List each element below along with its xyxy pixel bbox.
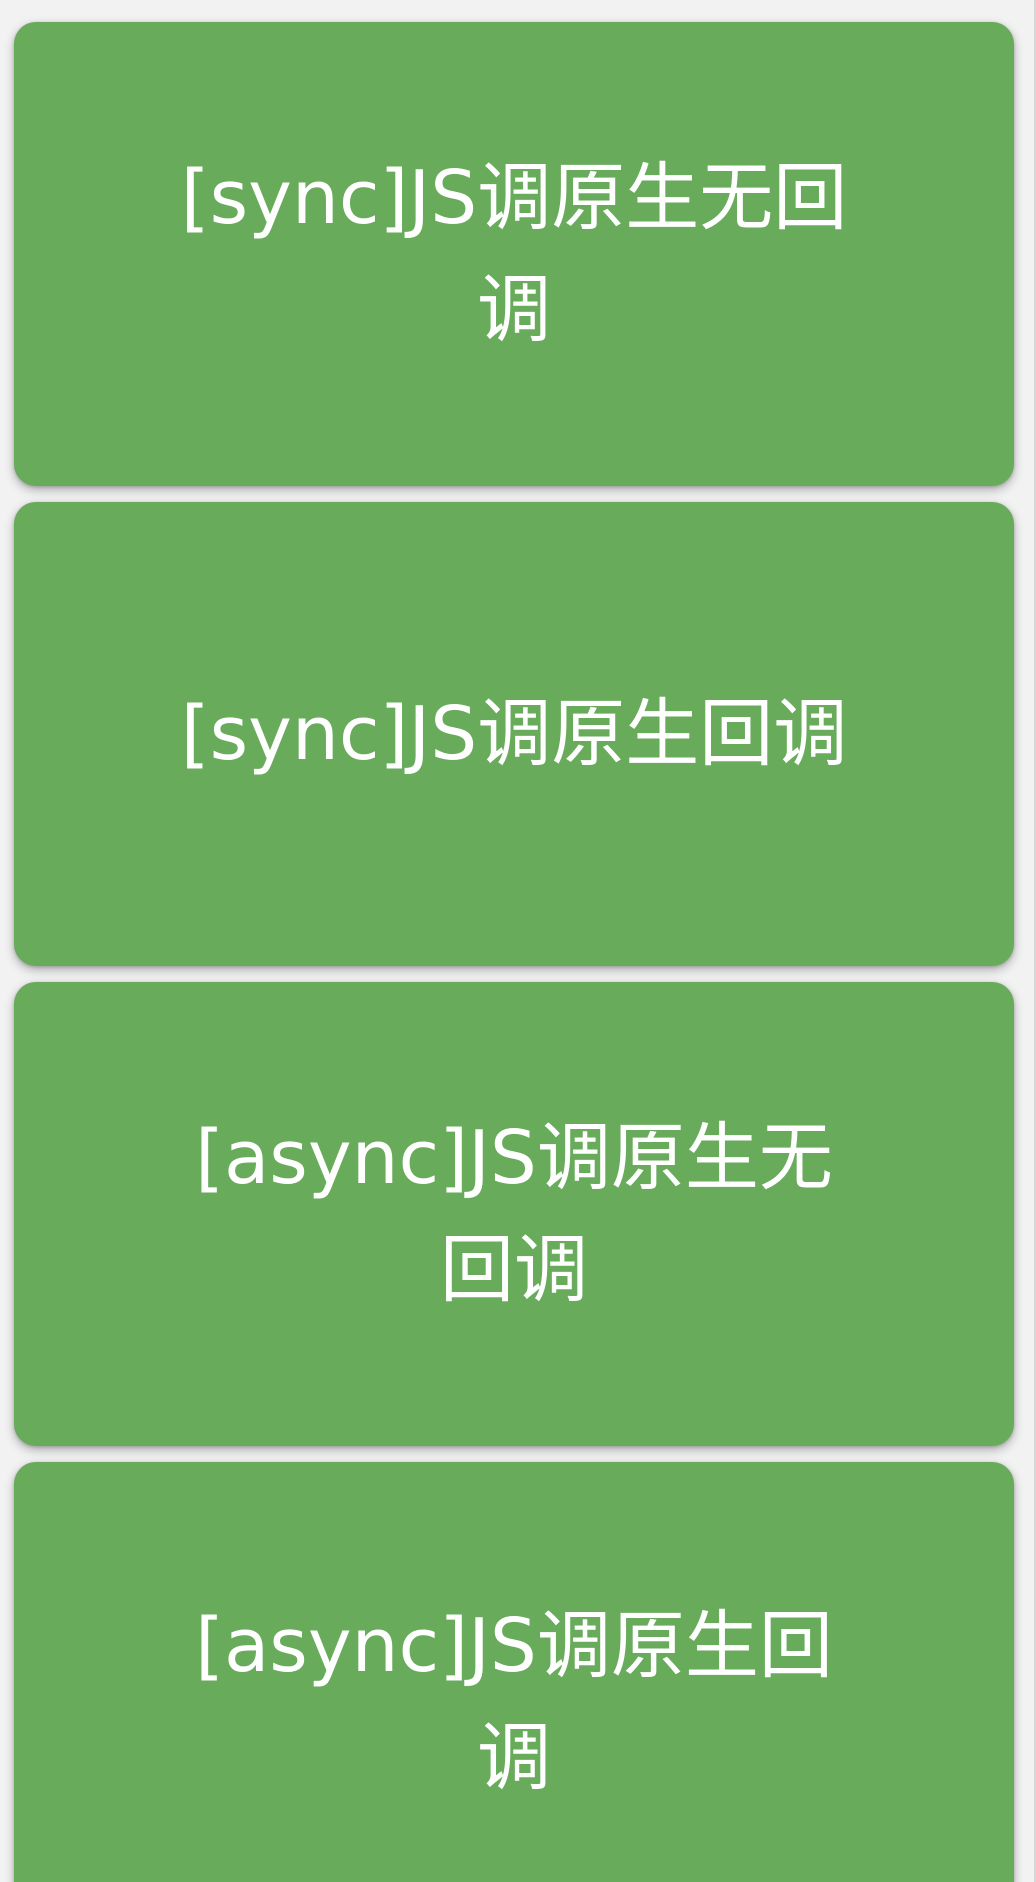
async-js-call-native-callback-button[interactable]: [async]JS调原生回调 [14, 1462, 1014, 1882]
button-label: [async]JS调原生回调 [195, 1603, 833, 1801]
sync-js-call-native-callback-button[interactable]: [sync]JS调原生回调 [14, 502, 1014, 966]
sync-js-call-native-no-callback-button[interactable]: [sync]JS调原生无回调 [14, 22, 1014, 486]
async-js-call-native-no-callback-button[interactable]: [async]JS调原生无回调 [14, 982, 1014, 1446]
button-list-page: [sync]JS调原生无回调 [sync]JS调原生回调 [async]JS调原… [0, 0, 1036, 1882]
button-label: [sync]JS调原生无回调 [180, 155, 848, 353]
button-label: [sync]JS调原生回调 [180, 691, 848, 777]
button-label: [async]JS调原生无回调 [195, 1115, 833, 1313]
